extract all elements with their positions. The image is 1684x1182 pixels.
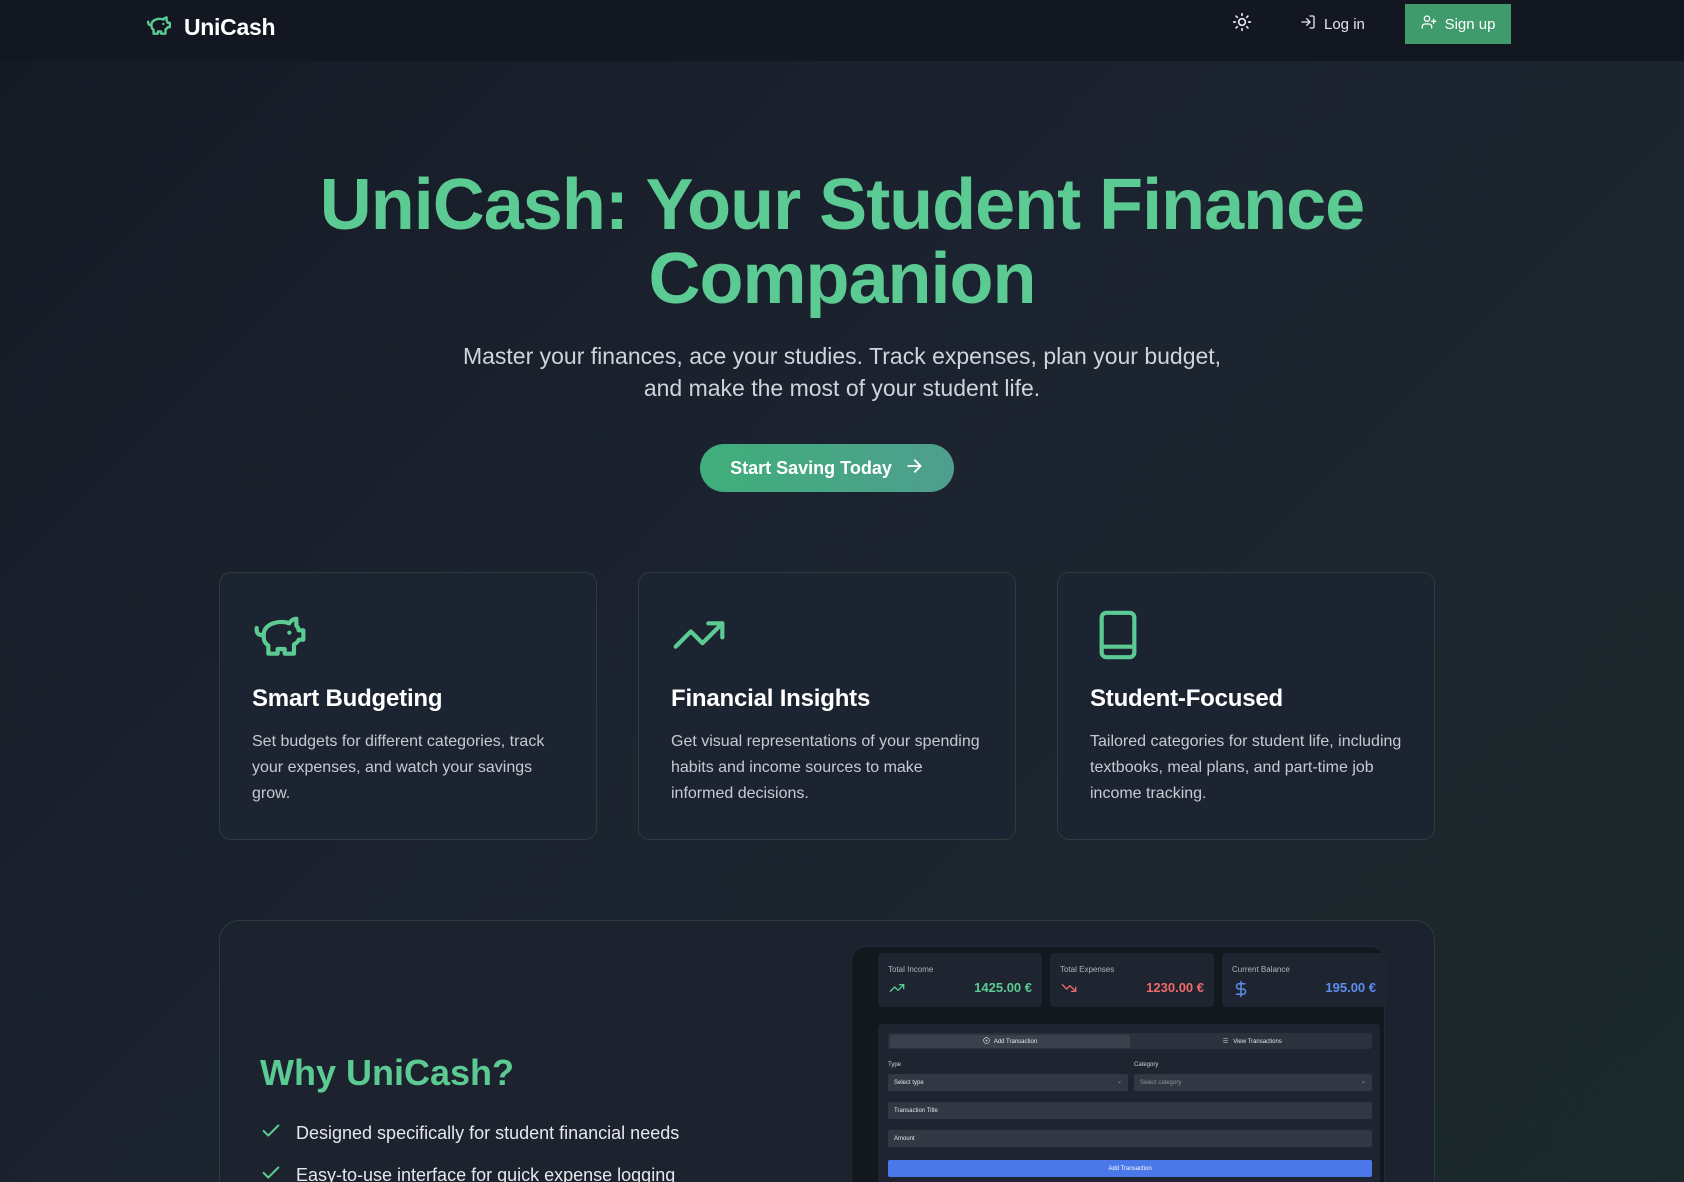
- why-item-text: Designed specifically for student financ…: [296, 1123, 680, 1143]
- cta-label: Start Saving Today: [730, 457, 892, 478]
- arrow-right-icon: [904, 456, 924, 481]
- category-select[interactable]: Select category ⌄: [1134, 1074, 1372, 1091]
- feature-card-smart-budgeting: Smart Budgeting Set budgets for differen…: [219, 572, 597, 840]
- why-list-item: Designed specifically for student financ…: [260, 1120, 679, 1147]
- why-item-text: Easy-to-use interface for quick expense …: [296, 1165, 676, 1182]
- chevron-down-icon: ⌄: [1360, 1079, 1366, 1085]
- trending-up-icon: [671, 607, 727, 663]
- stat-label: Current Balance: [1232, 965, 1290, 974]
- stat-value: 1425.00 €: [974, 980, 1032, 995]
- feature-description: Get visual representations of your spend…: [671, 733, 980, 802]
- user-plus-icon: [1421, 14, 1437, 34]
- stat-label: Total Expenses: [1060, 965, 1115, 974]
- why-title: Why UniCash?: [260, 1052, 515, 1093]
- feature-description: Tailored categories for student life, in…: [1090, 733, 1402, 802]
- check-icon: [260, 1162, 282, 1182]
- piggy-bank-icon: [144, 12, 174, 43]
- brand-logo[interactable]: UniCash: [144, 12, 276, 43]
- book-icon: [1090, 607, 1146, 663]
- stat-value: 195.00 €: [1325, 980, 1376, 995]
- piggy-bank-icon: [252, 607, 308, 663]
- stat-card-current-balance: Current Balance 195.00 €: [1222, 953, 1386, 1007]
- stat-card-total-expenses: Total Expenses 1230.00 €: [1050, 953, 1214, 1007]
- plus-circle-icon: [983, 1037, 990, 1046]
- login-label: Log in: [1324, 15, 1365, 33]
- stat-card-total-income: Total Income 1425.00 €: [878, 953, 1042, 1007]
- stat-label: Total Income: [888, 965, 934, 974]
- tab-view-transactions[interactable]: View Transactions: [1132, 1035, 1372, 1048]
- why-list-item: Easy-to-use interface for quick expense …: [260, 1162, 675, 1182]
- hero-title-line1: UniCash: Your Student Finance: [319, 165, 1365, 245]
- feature-description: Set budgets for different categories, tr…: [252, 733, 545, 802]
- add-transaction-label: Add Transaction: [1108, 1165, 1152, 1172]
- transaction-title-input[interactable]: Transaction Title: [888, 1102, 1372, 1119]
- feature-title: Smart Budgeting: [252, 685, 443, 712]
- chevron-down-icon: ⌄: [1116, 1079, 1122, 1085]
- signup-label: Sign up: [1444, 15, 1496, 33]
- list-icon: [1222, 1037, 1229, 1046]
- feature-title: Financial Insights: [671, 685, 871, 712]
- hero-subtitle-line2: and make the most of your student life.: [643, 375, 1041, 401]
- brand-name: UniCash: [184, 14, 276, 40]
- tab-label: View Transactions: [1233, 1038, 1282, 1045]
- hero-subtitle: Master your finances, ace your studies. …: [420, 340, 1264, 404]
- dollar-icon: [1232, 980, 1250, 998]
- check-icon: [260, 1120, 282, 1147]
- feature-card-financial-insights: Financial Insights Get visual representa…: [638, 572, 1016, 840]
- amount-input[interactable]: Amount: [888, 1130, 1372, 1147]
- tab-add-transaction[interactable]: Add Transaction: [890, 1035, 1130, 1048]
- hero-subtitle-line1: Master your finances, ace your studies. …: [462, 343, 1222, 369]
- type-select[interactable]: Select type ⌄: [888, 1074, 1128, 1091]
- type-select-value: Select type: [894, 1079, 924, 1086]
- tab-label: Add Transaction: [993, 1038, 1038, 1045]
- sun-icon: [1232, 12, 1252, 37]
- type-label: Type: [888, 1062, 902, 1068]
- hero-title-line2: Companion: [648, 239, 1037, 319]
- trending-down-icon: [1060, 980, 1078, 996]
- signup-button[interactable]: Sign up: [1405, 4, 1511, 44]
- transaction-title-placeholder: Transaction Title: [894, 1107, 938, 1114]
- category-label: Category: [1134, 1062, 1159, 1068]
- trending-up-icon: [888, 980, 906, 996]
- theme-toggle-button[interactable]: [1228, 12, 1256, 36]
- amount-placeholder: Amount: [894, 1135, 915, 1142]
- category-select-value: Select category: [1140, 1079, 1182, 1086]
- top-navbar: UniCash Log in Sign up: [0, 0, 1684, 61]
- hero-title: UniCash: Your Student Finance Companion: [260, 168, 1424, 316]
- log-in-icon: [1300, 14, 1316, 34]
- feature-card-student-focused: Student-Focused Tailored categories for …: [1057, 572, 1435, 840]
- add-transaction-button[interactable]: Add Transaction: [888, 1160, 1372, 1177]
- login-button[interactable]: Log in: [1300, 12, 1365, 36]
- feature-title: Student-Focused: [1090, 685, 1283, 712]
- start-saving-button[interactable]: Start Saving Today: [700, 444, 954, 492]
- stat-value: 1230.00 €: [1146, 980, 1204, 995]
